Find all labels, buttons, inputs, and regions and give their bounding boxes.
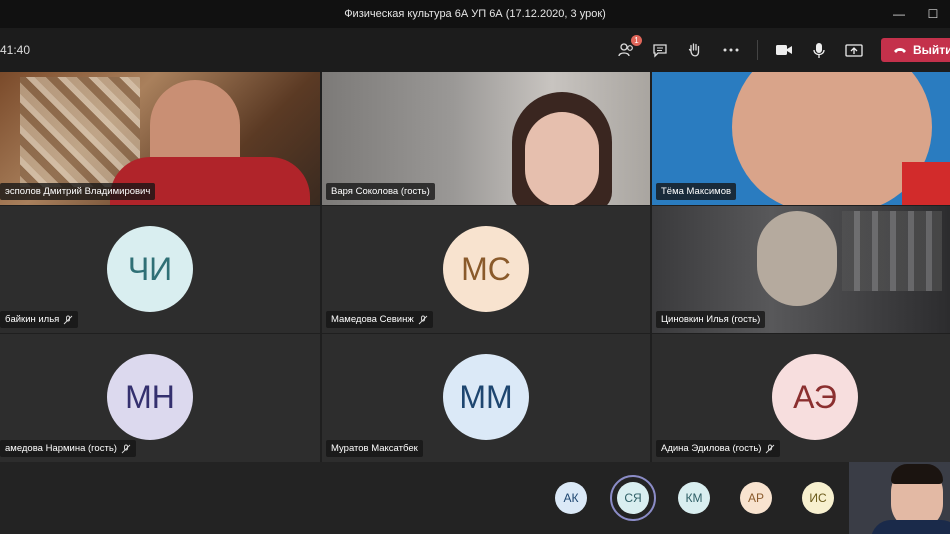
- more-button[interactable]: [718, 38, 744, 62]
- minimize-icon[interactable]: —: [882, 7, 916, 21]
- video-feed-person: [757, 211, 837, 306]
- video-feed-hair: [891, 464, 943, 484]
- avatar: ММ: [443, 354, 529, 440]
- video-tile[interactable]: МС Мамедова Севинж: [322, 206, 650, 333]
- window-titlebar: Физическая культура 6А УП 6А (17.12.2020…: [0, 0, 950, 28]
- overflow-avatar[interactable]: АК: [555, 482, 587, 514]
- microphone-icon: [813, 42, 825, 58]
- video-tile[interactable]: эсполов Дмитрий Владимирович: [0, 72, 320, 205]
- leave-label: Выйти: [913, 43, 950, 57]
- video-feed-clothing: [902, 162, 950, 205]
- participant-name: Варя Соколова (гость): [326, 183, 435, 200]
- participant-name: Адина Эдилова (гость): [656, 440, 781, 457]
- video-feed-person: [525, 112, 599, 205]
- chat-button[interactable]: [647, 38, 673, 62]
- mic-off-icon: [418, 315, 428, 324]
- overflow-participants-bar: АК СЯ КМ АР ИС: [0, 462, 950, 534]
- video-tile[interactable]: ЧИ бaйкин илья: [0, 206, 320, 333]
- participant-name: Тёма Максимов: [656, 183, 737, 200]
- chat-icon: [653, 43, 667, 58]
- participant-name: эсполов Дмитрий Владимирович: [0, 183, 156, 200]
- raise-hand-button[interactable]: [681, 38, 707, 62]
- participants-button[interactable]: 1: [614, 35, 642, 62]
- video-tile[interactable]: ММ Муратов Максатбек: [322, 334, 650, 462]
- video-tile[interactable]: Тёма Максимов: [652, 72, 950, 205]
- participant-name: Мамедова Севинж: [326, 311, 433, 328]
- leave-button[interactable]: Выйти: [881, 38, 950, 62]
- participant-name: бaйкин илья: [0, 311, 79, 328]
- camera-icon: [776, 45, 792, 55]
- meeting-toolbar: 41:40 1 Выйти: [0, 28, 950, 72]
- mic-off-icon: [766, 444, 775, 453]
- camera-button[interactable]: [771, 38, 797, 62]
- avatar: АЭ: [772, 354, 858, 440]
- microphone-button[interactable]: [806, 38, 832, 62]
- video-feed-background: [842, 211, 942, 291]
- avatar: МС: [443, 226, 529, 312]
- share-screen-icon: [845, 43, 863, 57]
- meeting-title: Физическая культура 6А УП 6А (17.12.2020…: [344, 8, 606, 20]
- mic-off-icon: [121, 444, 131, 453]
- participant-name: Муратов Максатбек: [326, 440, 423, 457]
- window-controls: — ☐: [882, 0, 950, 28]
- raise-hand-icon: [688, 42, 699, 57]
- video-feed-clothing: [871, 520, 950, 534]
- self-preview-video[interactable]: [849, 462, 950, 534]
- overflow-avatar[interactable]: КМ: [678, 482, 710, 514]
- maximize-icon[interactable]: ☐: [916, 7, 950, 21]
- share-screen-button[interactable]: [841, 38, 867, 62]
- participants-badge: 1: [631, 35, 642, 46]
- overflow-avatar[interactable]: АР: [740, 482, 772, 514]
- video-tile[interactable]: АЭ Адина Эдилова (гость): [652, 334, 950, 462]
- participant-name: Циновкин Илья (гость): [656, 311, 766, 328]
- video-tile[interactable]: Варя Соколова (гость): [322, 72, 650, 205]
- mic-off-icon: [64, 315, 73, 324]
- video-tile[interactable]: МН амедова Нармина (гость): [0, 334, 320, 462]
- avatar: МН: [107, 354, 193, 440]
- toolbar-divider: [757, 40, 758, 60]
- more-icon: [723, 48, 739, 52]
- participant-name: амедова Нармина (гость): [0, 440, 136, 457]
- avatar: ЧИ: [107, 226, 193, 312]
- hang-up-icon: [894, 48, 906, 53]
- meeting-timer: 41:40: [0, 43, 31, 57]
- video-tile[interactable]: Циновкин Илья (гость): [652, 206, 950, 333]
- overflow-avatar[interactable]: СЯ: [617, 482, 649, 514]
- overflow-avatar[interactable]: ИС: [802, 482, 834, 514]
- video-grid: эсполов Дмитрий Владимирович Варя Соколо…: [0, 72, 950, 462]
